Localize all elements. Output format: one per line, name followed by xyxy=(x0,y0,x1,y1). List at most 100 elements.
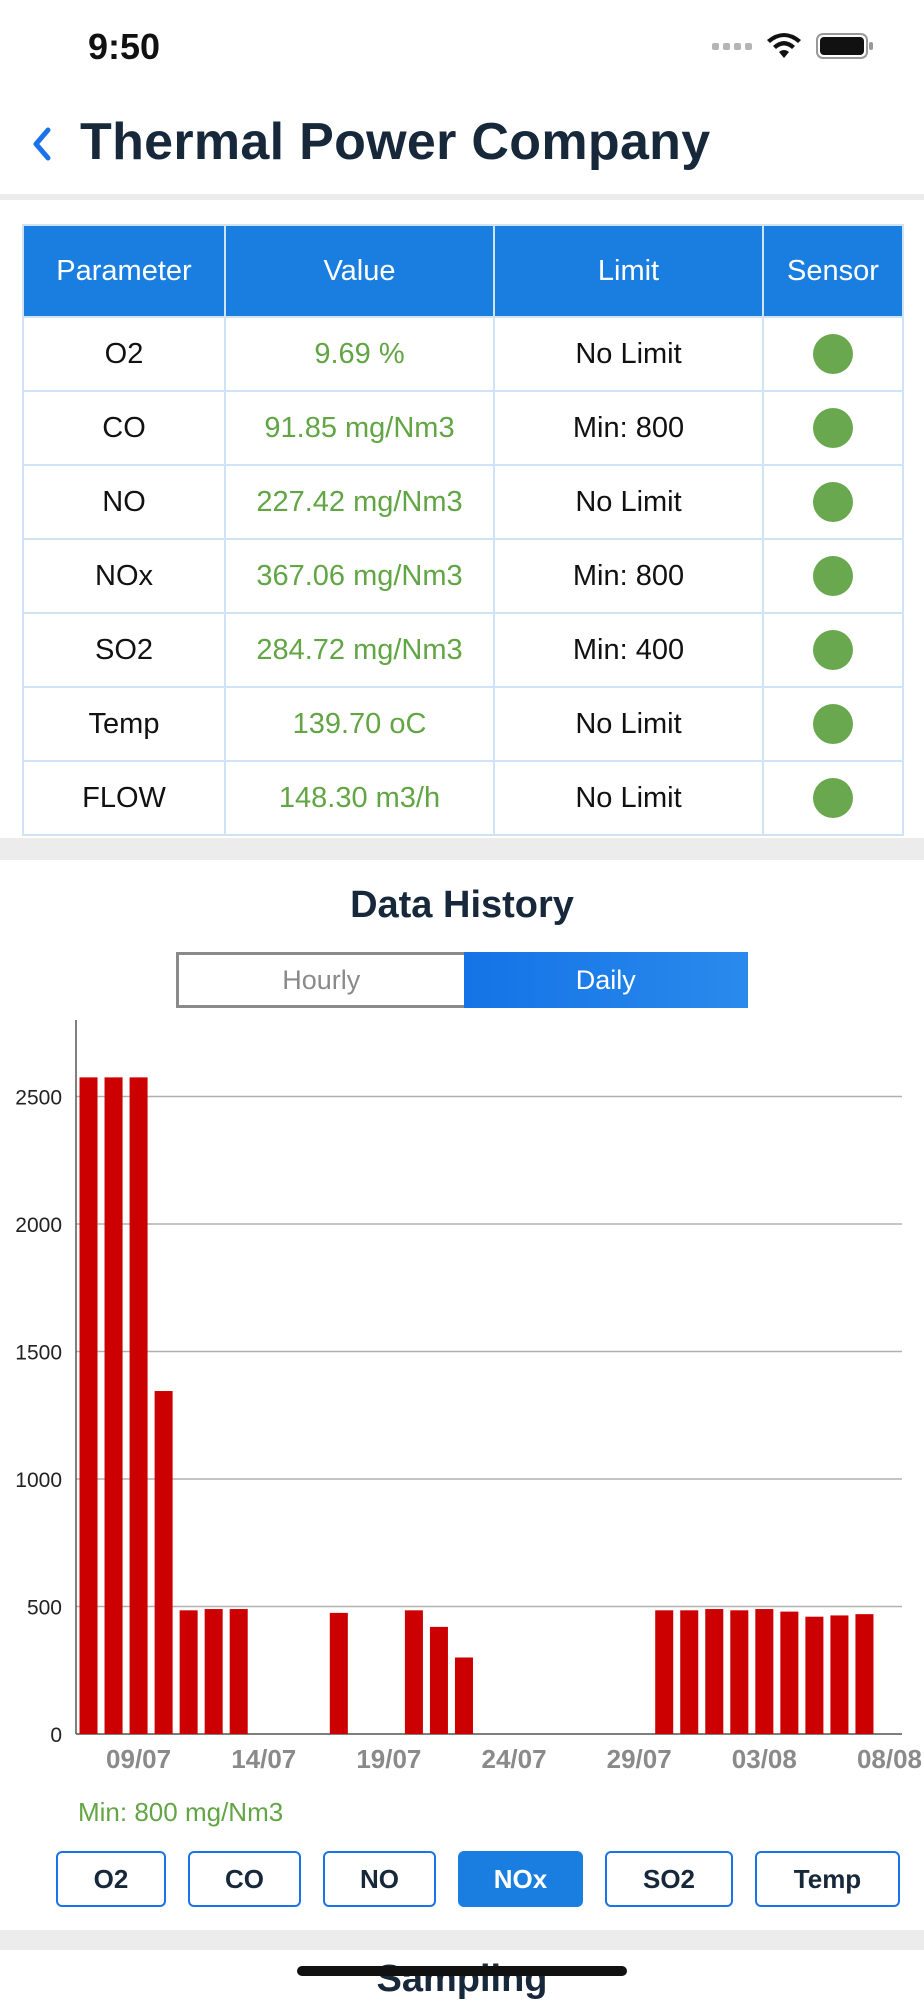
param-button-no[interactable]: NO xyxy=(323,1851,436,1907)
sensor-cell xyxy=(762,538,904,614)
x-tick-label: 29/07 xyxy=(607,1744,672,1774)
parameter-cell: Temp xyxy=(22,686,226,762)
x-tick-label: 09/07 xyxy=(106,1744,171,1774)
chart-bar xyxy=(755,1609,774,1734)
status-icons xyxy=(712,32,874,60)
parameter-cell: NO xyxy=(22,464,226,540)
limit-cell: Min: 400 xyxy=(493,612,764,688)
sensor-status-icon xyxy=(813,334,853,374)
column-header-limit: Limit xyxy=(493,224,764,318)
value-cell: 284.72 mg/Nm3 xyxy=(224,612,495,688)
table-row: O2 9.69 % No Limit xyxy=(22,316,904,392)
y-tick-label: 1500 xyxy=(15,1342,62,1365)
limit-cell: No Limit xyxy=(493,686,764,762)
chart-bar xyxy=(705,1609,724,1734)
table-row: NOx 367.06 mg/Nm3 Min: 800 xyxy=(22,538,904,614)
table-row: Temp 139.70 oC No Limit xyxy=(22,686,904,762)
parameter-cell: CO xyxy=(22,390,226,466)
chart-bar xyxy=(329,1612,348,1734)
x-tick-label: 03/08 xyxy=(732,1744,797,1774)
nav-bar: Thermal Power Company xyxy=(0,100,924,196)
sensor-status-icon xyxy=(813,408,853,448)
sensor-status-icon xyxy=(813,556,853,596)
chart-bar xyxy=(404,1610,423,1734)
chart-bar xyxy=(179,1610,198,1734)
parameter-cell: SO2 xyxy=(22,612,226,688)
limit-cell: No Limit xyxy=(493,316,764,392)
column-header-parameter: Parameter xyxy=(22,224,226,318)
min-limit-label: Min: 800 mg/Nm3 xyxy=(78,1797,284,1827)
chart-svg: 0 500 1000 1500 2000 2500 09/07 14/07 19/07 24/07… xyxy=(15,1020,922,1774)
chart-bar xyxy=(680,1610,699,1734)
chart-bar xyxy=(204,1609,223,1734)
section-divider xyxy=(0,838,924,860)
history-bar-chart: 0 500 1000 1500 2000 2500 09/07 14/07 19/07 24/07… xyxy=(0,1010,924,1790)
chart-bar xyxy=(229,1609,248,1734)
battery-icon xyxy=(816,33,873,59)
period-segmented-control: Hourly Daily xyxy=(176,952,748,1008)
param-button-nox[interactable]: NOx xyxy=(458,1851,583,1907)
sensor-cell xyxy=(762,760,904,836)
table-header-row: Parameter Value Limit Sensor xyxy=(22,224,904,318)
limit-cell: No Limit xyxy=(493,760,764,836)
param-button-temp[interactable]: Temp xyxy=(755,1851,900,1907)
parameter-cell: O2 xyxy=(22,316,226,392)
param-button-o2[interactable]: O2 xyxy=(56,1851,166,1907)
chart-bar xyxy=(855,1614,874,1734)
param-button-co[interactable]: CO xyxy=(188,1851,301,1907)
parameter-cell: FLOW xyxy=(22,760,226,836)
x-tick-label: 08/08 xyxy=(857,1744,922,1774)
sampling-title: Sampling xyxy=(376,1958,548,2000)
chart-bar xyxy=(655,1610,674,1734)
y-tick-label: 500 xyxy=(27,1597,62,1620)
value-cell: 91.85 mg/Nm3 xyxy=(224,390,495,466)
value-cell: 227.42 mg/Nm3 xyxy=(224,464,495,540)
chart-bar xyxy=(730,1610,749,1734)
data-history-title: Data History xyxy=(350,884,574,926)
chart-bar xyxy=(429,1626,448,1734)
column-header-value: Value xyxy=(224,224,495,318)
y-tick-label: 0 xyxy=(50,1724,62,1747)
param-button-so2[interactable]: SO2 xyxy=(605,1851,733,1907)
y-tick-label: 2000 xyxy=(15,1214,62,1237)
status-time: 9:50 xyxy=(88,26,161,67)
table-row: SO2 284.72 mg/Nm3 Min: 400 xyxy=(22,612,904,688)
home-indicator xyxy=(297,1966,627,1976)
x-tick-label: 14/07 xyxy=(231,1744,296,1774)
column-header-sensor: Sensor xyxy=(762,224,904,318)
sensor-cell xyxy=(762,612,904,688)
value-cell: 139.70 oC xyxy=(224,686,495,762)
parameter-table: Parameter Value Limit Sensor O2 9.69 % N… xyxy=(22,224,904,836)
back-button[interactable] xyxy=(26,120,66,170)
parameter-cell: NOx xyxy=(22,538,226,614)
x-tick-label: 24/07 xyxy=(481,1744,546,1774)
limit-cell: No Limit xyxy=(493,464,764,540)
page-title: Thermal Power Company xyxy=(80,113,711,171)
chart-bar xyxy=(79,1077,98,1734)
sensor-status-icon xyxy=(813,630,853,670)
sensor-cell xyxy=(762,390,904,466)
table-row: CO 91.85 mg/Nm3 Min: 800 xyxy=(22,390,904,466)
y-tick-label: 2500 xyxy=(15,1087,62,1110)
status-bar: 9:50 xyxy=(0,0,924,100)
signal-icon xyxy=(712,42,752,50)
sensor-status-icon xyxy=(813,778,853,818)
chart-bar xyxy=(454,1657,473,1734)
tab-daily[interactable]: Daily xyxy=(463,952,748,1008)
value-cell: 367.06 mg/Nm3 xyxy=(224,538,495,614)
section-divider xyxy=(0,1930,924,1950)
sensor-status-icon xyxy=(813,482,853,522)
chart-bar xyxy=(154,1391,173,1734)
chart-bar xyxy=(129,1077,148,1734)
chart-bar xyxy=(830,1615,849,1734)
tab-hourly[interactable]: Hourly xyxy=(176,952,464,1008)
divider xyxy=(0,194,924,200)
y-tick-label: 1000 xyxy=(15,1469,62,1492)
limit-cell: Min: 800 xyxy=(493,390,764,466)
chevron-left-icon xyxy=(33,127,51,161)
table-row: FLOW 148.30 m3/h No Limit xyxy=(22,760,904,836)
table-row: NO 227.42 mg/Nm3 No Limit xyxy=(22,464,904,540)
value-cell: 148.30 m3/h xyxy=(224,760,495,836)
sensor-status-icon xyxy=(813,704,853,744)
value-cell: 9.69 % xyxy=(224,316,495,392)
